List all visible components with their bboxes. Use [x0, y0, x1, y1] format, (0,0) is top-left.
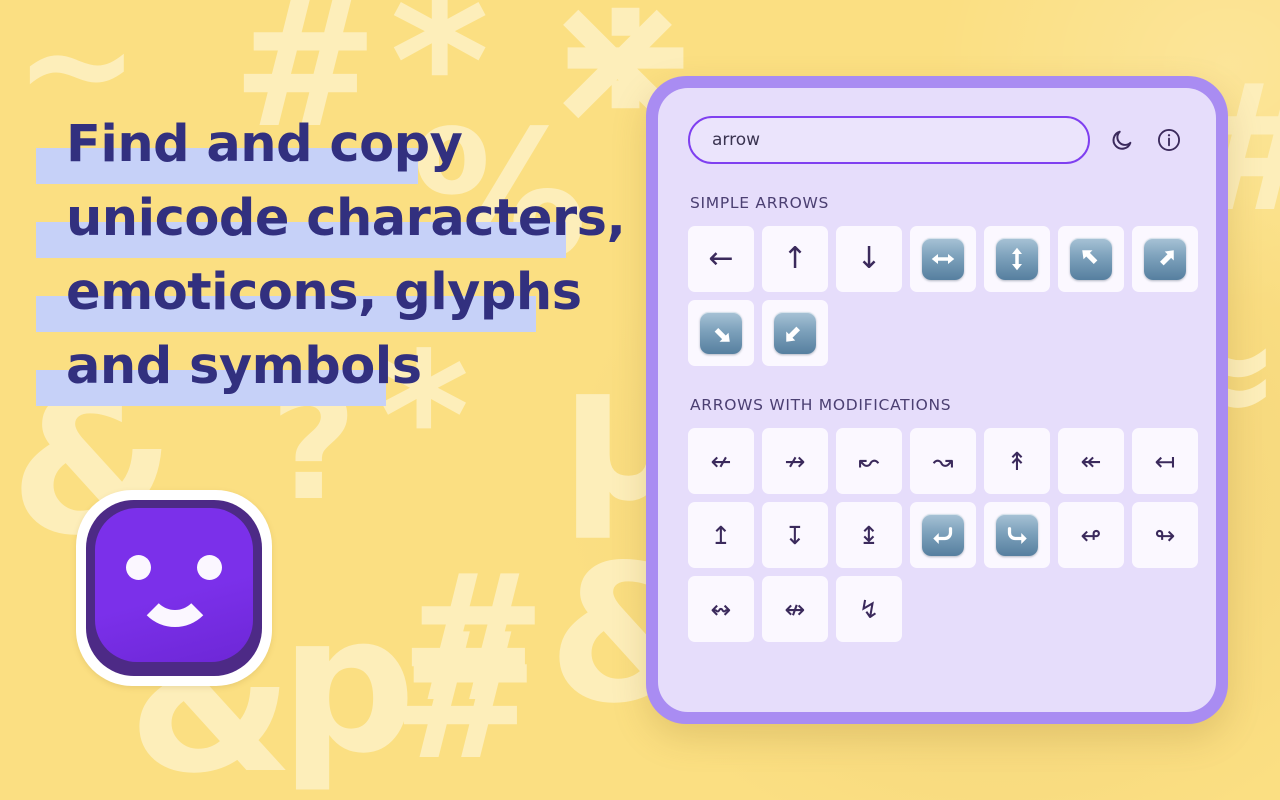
- character-cell[interactable]: ↫: [1058, 502, 1124, 568]
- app-icon: [76, 490, 272, 686]
- toolbar: [688, 116, 1186, 164]
- character-cell[interactable]: ↑: [762, 226, 828, 292]
- character-grid: ← ↑ ↓: [688, 226, 1198, 366]
- character-cell[interactable]: ↞: [1058, 428, 1124, 494]
- rightwards-wave-arrow: ↝: [932, 446, 954, 476]
- character-cell[interactable]: ↚: [688, 428, 754, 494]
- character-cell[interactable]: ↯: [836, 576, 902, 642]
- character-sections: SIMPLE ARROWS ← ↑ ↓ ARROWS WITH MODIFICATION…: [688, 194, 1198, 642]
- background-glyph: #: [392, 596, 539, 799]
- headline-line: Find and copy: [36, 108, 626, 184]
- character-cell[interactable]: ↜: [836, 428, 902, 494]
- down-left-arrow-emoji: [774, 312, 816, 354]
- downwards-zigzag-arrow: ↯: [858, 594, 880, 624]
- app-window: SIMPLE ARROWS ← ↑ ↓ ARROWS WITH MODIFICATION…: [646, 76, 1228, 724]
- character-cell[interactable]: ↟: [984, 428, 1050, 494]
- app-icon-eye-right: [197, 555, 222, 580]
- upwards-two-headed-arrow: ↟: [1006, 446, 1028, 476]
- leftwards-arrow: ←: [708, 241, 734, 276]
- headline-text: unicode characters,: [66, 189, 626, 248]
- upwards-arrow-from-bar: ↥: [710, 520, 732, 550]
- character-cell[interactable]: ↭: [688, 576, 754, 642]
- section-title: SIMPLE ARROWS: [690, 194, 830, 212]
- character-cell[interactable]: ←: [688, 226, 754, 292]
- moon-icon[interactable]: [1104, 123, 1138, 157]
- headline-text: Find and copy: [66, 115, 463, 174]
- headline-line: unicode characters,: [36, 182, 626, 258]
- headline-line: emoticons, glyphs: [36, 256, 626, 332]
- character-cell[interactable]: [984, 226, 1050, 292]
- search-input[interactable]: [688, 116, 1090, 164]
- character-cell[interactable]: ↓: [836, 226, 902, 292]
- down-right-arrow-emoji: [700, 312, 742, 354]
- character-cell[interactable]: ↨: [836, 502, 902, 568]
- character-cell[interactable]: ↮: [762, 576, 828, 642]
- app-icon-face: [95, 508, 253, 662]
- character-cell[interactable]: [910, 502, 976, 568]
- info-icon[interactable]: [1152, 123, 1186, 157]
- headline-text: and symbols: [66, 337, 422, 396]
- character-cell[interactable]: ↤: [1132, 428, 1198, 494]
- character-cell[interactable]: ↝: [910, 428, 976, 494]
- up-down-arrow-emoji: [996, 238, 1038, 280]
- rightwards-arrow-with-stroke: ↛: [784, 446, 806, 476]
- character-cell[interactable]: [762, 300, 828, 366]
- character-cell[interactable]: ↥: [688, 502, 754, 568]
- leftwards-arrow-with-stroke: ↚: [710, 446, 732, 476]
- character-cell[interactable]: ↧: [762, 502, 828, 568]
- headline-line: and symbols: [36, 330, 626, 406]
- leftwards-wave-arrow: ↜: [858, 446, 880, 476]
- up-down-arrow-with-base: ↨: [858, 520, 880, 550]
- left-right-wave-arrow: ↭: [710, 594, 732, 624]
- section-title: ARROWS WITH MODIFICATIONS: [690, 396, 952, 414]
- app-icon-eye-left: [126, 555, 151, 580]
- character-grid: ↚ ↛ ↜ ↝ ↟ ↞ ↤ ↥ ↧ ↨ ↫ ↬ ↭ ↮ ↯: [688, 428, 1198, 642]
- rightwards-arrow-with-loop: ↬: [1154, 520, 1176, 550]
- background-glyph: p: [280, 574, 417, 795]
- downwards-arrow-from-bar: ↧: [784, 520, 806, 550]
- left-right-arrow-emoji: [922, 238, 964, 280]
- character-cell[interactable]: [1058, 226, 1124, 292]
- character-cell[interactable]: ↛: [762, 428, 828, 494]
- up-right-arrow-emoji: [1144, 238, 1186, 280]
- downwards-arrow: ↓: [856, 241, 882, 276]
- app-icon-border: [86, 500, 262, 676]
- character-cell[interactable]: [910, 226, 976, 292]
- up-left-arrow-emoji: [1070, 238, 1112, 280]
- character-cell[interactable]: [984, 502, 1050, 568]
- page-title: Find and copy unicode characters, emoticon…: [36, 108, 626, 406]
- upwards-arrow: ↑: [782, 241, 808, 276]
- app-window-body: SIMPLE ARROWS ← ↑ ↓ ARROWS WITH MODIFICATION…: [658, 88, 1216, 712]
- character-cell[interactable]: ↬: [1132, 502, 1198, 568]
- leftwards-hook-arrow-emoji: [922, 514, 964, 556]
- leftwards-arrow-from-bar: ↤: [1154, 446, 1176, 476]
- headline-text: emoticons, glyphs: [66, 263, 582, 322]
- character-cell[interactable]: [688, 300, 754, 366]
- character-cell[interactable]: [1132, 226, 1198, 292]
- rightwards-hook-arrow-emoji: [996, 514, 1038, 556]
- leftwards-arrow-with-loop: ↫: [1080, 520, 1102, 550]
- app-icon-smile: [135, 587, 215, 627]
- app-promo-screenshot: ~#*×÷#%&*µ#&&p#?≈ Find and copyunicode c…: [0, 0, 1280, 800]
- left-right-arrow-with-stroke: ↮: [784, 594, 806, 624]
- leftwards-two-headed-arrow: ↞: [1080, 446, 1102, 476]
- background-glyph: #: [400, 538, 547, 741]
